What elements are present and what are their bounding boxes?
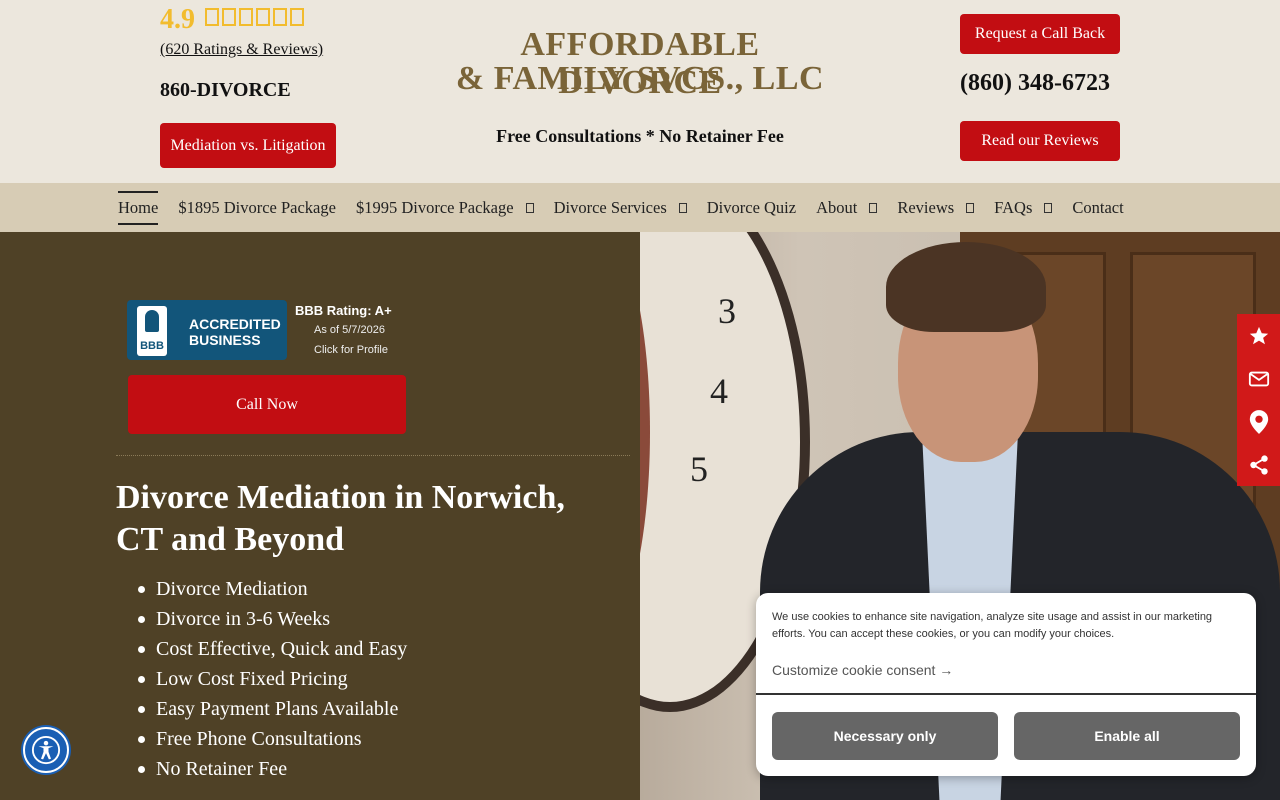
list-item: Divorce in 3-6 Weeks [138, 604, 407, 634]
nav-item-contact[interactable]: Contact [1072, 183, 1123, 232]
floating-contact-toolbar [1237, 314, 1280, 486]
bullet-icon [138, 645, 145, 653]
cookie-divider [756, 693, 1256, 695]
bbb-logo: BBB ACCREDITED BUSINESS [127, 300, 287, 360]
list-item: Free Phone Consultations [138, 724, 407, 754]
nav-label: Divorce Services [553, 197, 667, 217]
bbb-torch-label: BBB [140, 340, 164, 352]
bullet-icon [138, 705, 145, 713]
person-hair [886, 242, 1046, 332]
nav-item-about[interactable]: About [816, 183, 878, 232]
accessibility-icon[interactable] [23, 727, 69, 773]
logo-line-2[interactable]: & FAMILY SVCS., LLC [440, 60, 840, 98]
star-icon [222, 8, 236, 26]
list-item: No Retainer Fee [138, 754, 407, 784]
benefit-text: No Retainer Fee [156, 758, 288, 780]
tagline: Free Consultations * No Retainer Fee [496, 126, 784, 146]
nav-label: Reviews [897, 197, 955, 217]
list-item: Cost Effective, Quick and Easy [138, 634, 407, 664]
benefit-text: Divorce Mediation [156, 578, 308, 600]
clock-number: 3 [718, 291, 736, 331]
dropdown-icon[interactable] [1044, 202, 1053, 213]
bullet-icon [138, 585, 145, 593]
benefit-text: Easy Payment Plans Available [156, 698, 399, 720]
bbb-accredited-text: ACCREDITED BUSINESS [189, 316, 281, 348]
star-icon [239, 8, 253, 26]
bbb-rating-date: As of 5/7/2026 [314, 324, 385, 336]
dropdown-icon[interactable] [678, 202, 687, 213]
vanity-phone-number[interactable]: 860-DIVORCE [160, 79, 291, 102]
bbb-torch-icon: BBB [137, 306, 167, 356]
bullet-icon [138, 735, 145, 743]
share-icon[interactable] [1237, 443, 1280, 486]
phone-number[interactable]: (860) 348-6723 [960, 70, 1110, 97]
nav-item-reviews[interactable]: Reviews [897, 183, 975, 232]
clock-face-detail [640, 232, 650, 652]
enable-all-button[interactable]: Enable all [1014, 712, 1240, 760]
star-icon[interactable] [1237, 314, 1280, 357]
mail-icon[interactable] [1237, 357, 1280, 400]
bullet-icon [138, 615, 145, 623]
list-item: Easy Payment Plans Available [138, 694, 407, 724]
call-now-button[interactable]: Call Now [128, 375, 406, 434]
clock-number: 4 [710, 371, 728, 411]
dropdown-icon[interactable] [869, 202, 878, 213]
torch-flame [145, 310, 159, 332]
main-nav: Home $1895 Divorce Package $1995 Divorce… [0, 183, 1280, 232]
cookie-message: We use cookies to enhance site navigatio… [772, 611, 1213, 640]
dropdown-icon[interactable] [966, 202, 975, 213]
bullet-icon [138, 765, 145, 773]
star-icon [256, 8, 270, 26]
nav-item-1995-package[interactable]: $1995 Divorce Package [356, 183, 534, 232]
nav-label: $1895 Divorce Package [178, 197, 336, 217]
nav-label: Divorce Quiz [706, 197, 797, 217]
dropdown-icon[interactable] [525, 202, 534, 213]
request-call-back-button[interactable]: Request a Call Back [960, 14, 1120, 54]
benefit-text: Low Cost Fixed Pricing [156, 668, 348, 690]
rating-value: 4.9 [160, 4, 195, 35]
nav-item-1895-package[interactable]: $1895 Divorce Package [178, 183, 336, 232]
bbb-profile-link[interactable]: Click for Profile [314, 344, 388, 356]
nav-label: FAQs [994, 197, 1033, 217]
ratings-reviews-link[interactable]: (620 Ratings & Reviews) [160, 41, 323, 59]
nav-list: Home $1895 Divorce Package $1995 Divorce… [118, 183, 1144, 232]
bbb-accredited-line2: BUSINESS [189, 332, 261, 348]
nav-label: $1995 Divorce Package [355, 197, 514, 217]
list-item: Low Cost Fixed Pricing [138, 664, 407, 694]
bullet-icon [138, 675, 145, 683]
map-pin-icon[interactable] [1237, 400, 1280, 443]
hero-title: Divorce Mediation in Norwich, CT and Bey… [116, 479, 565, 558]
bbb-accredited-line1: ACCREDITED [189, 316, 281, 332]
clock-number: 5 [690, 449, 708, 489]
necessary-only-button[interactable]: Necessary only [772, 712, 998, 760]
bbb-rating: BBB Rating: A+ [295, 303, 392, 318]
cookie-consent-dialog: We use cookies to enhance site navigatio… [756, 593, 1256, 776]
read-reviews-button[interactable]: Read our Reviews [960, 121, 1120, 161]
nav-item-home[interactable]: Home [118, 190, 159, 225]
nav-item-divorce-quiz[interactable]: Divorce Quiz [707, 183, 796, 232]
benefit-text: Cost Effective, Quick and Easy [156, 638, 408, 660]
star-icon [273, 8, 287, 26]
benefits-list: Divorce Mediation Divorce in 3-6 Weeks C… [138, 574, 407, 784]
bbb-accreditation-badge[interactable]: BBB ACCREDITED BUSINESS BBB Rating: A+ A… [127, 300, 417, 362]
site-header: 4.9 (620 Ratings & Reviews) 860-DIVORCE … [0, 0, 1280, 183]
nav-item-divorce-services[interactable]: Divorce Services [554, 183, 687, 232]
mediation-vs-litigation-button[interactable]: Mediation vs. Litigation [160, 123, 336, 168]
nav-label: Contact [1072, 197, 1124, 217]
star-icon [290, 8, 304, 26]
nav-item-faqs[interactable]: FAQs [994, 183, 1053, 232]
nav-label: About [816, 197, 858, 217]
rating-stars [205, 8, 304, 26]
benefit-text: Free Phone Consultations [156, 728, 362, 750]
section-divider [116, 455, 630, 456]
star-icon [205, 8, 219, 26]
benefit-text: Divorce in 3-6 Weeks [156, 608, 331, 630]
customize-cookie-consent-link[interactable]: Customize cookie consent → [772, 662, 953, 678]
nav-label: Home [118, 197, 159, 217]
list-item: Divorce Mediation [138, 574, 407, 604]
